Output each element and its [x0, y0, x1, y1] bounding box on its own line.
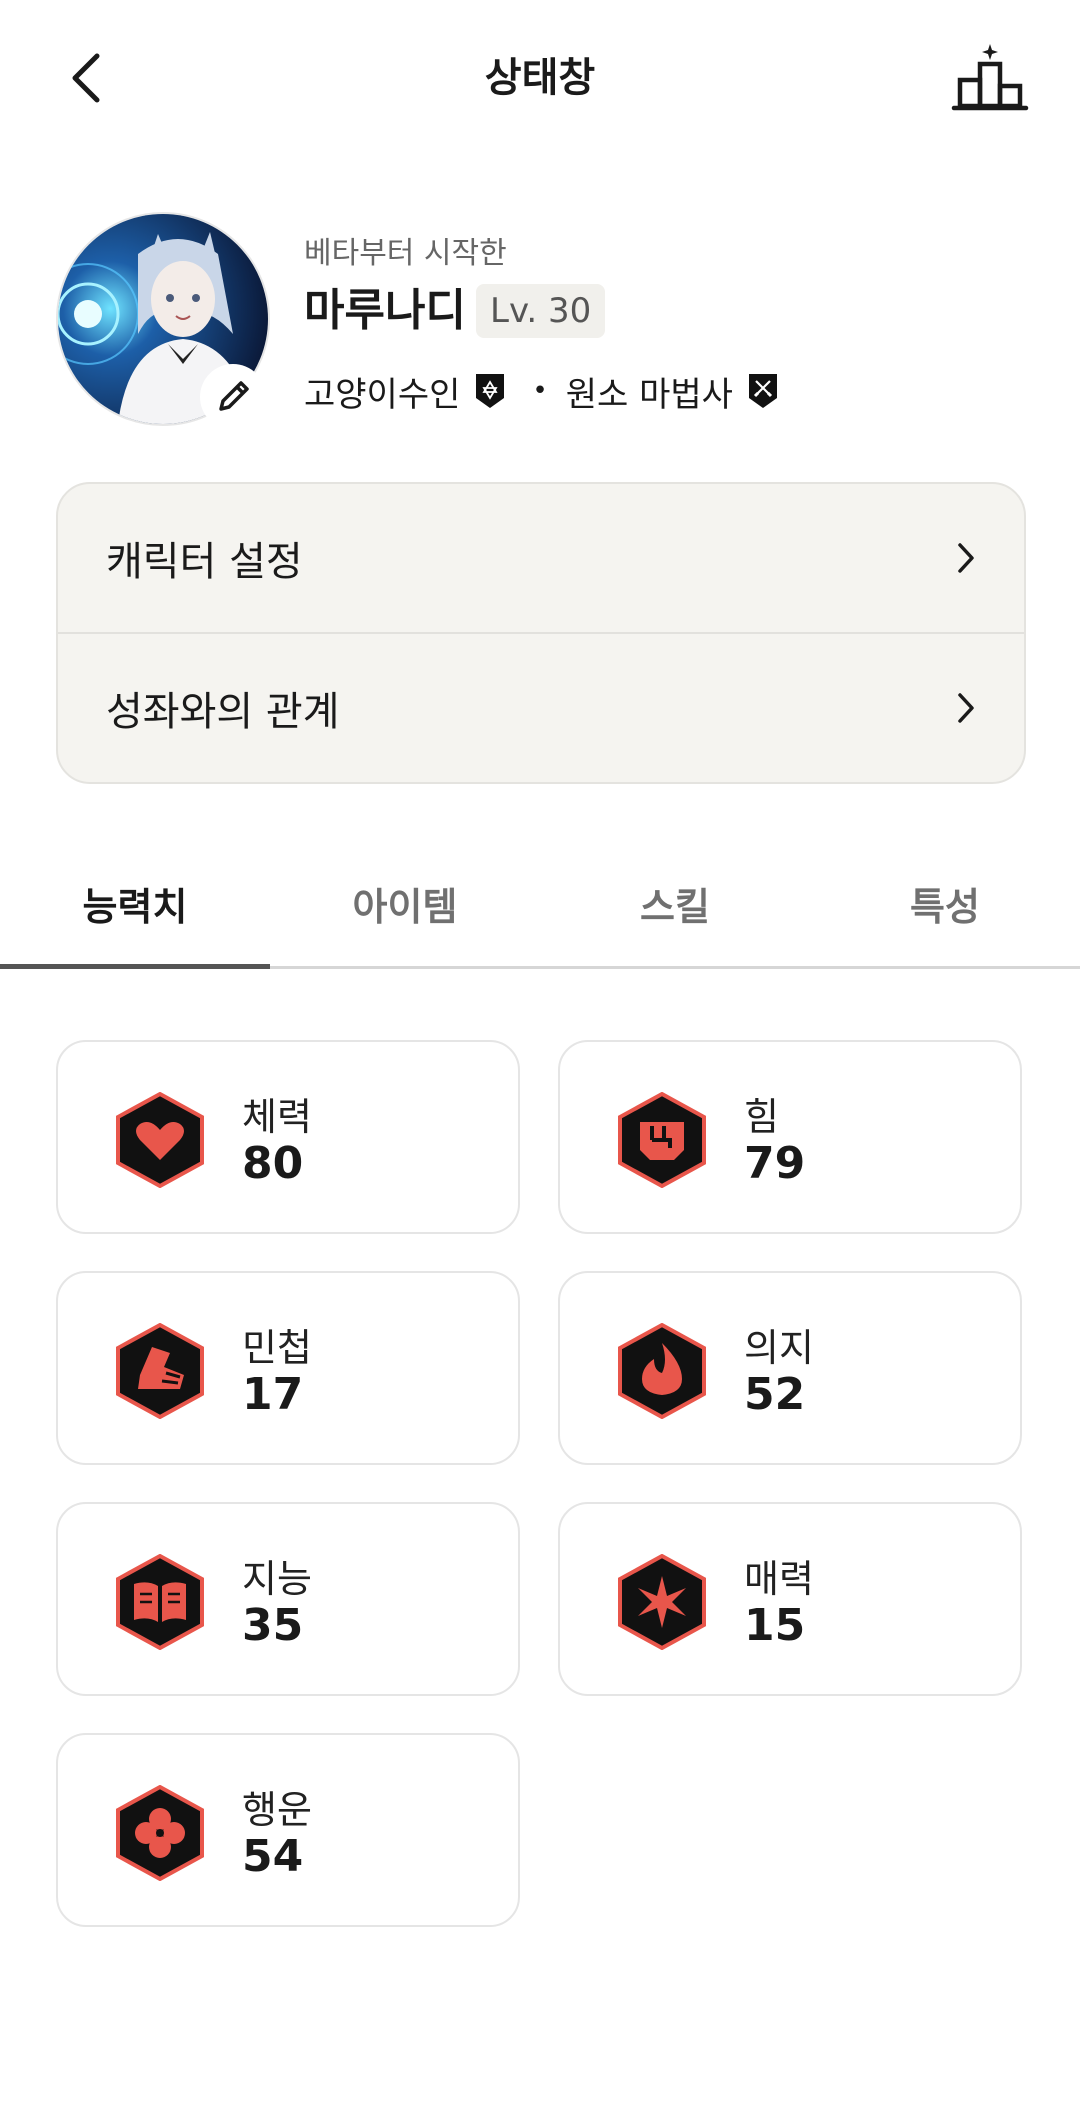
stat-card-strength[interactable]: 힘 79: [558, 1040, 1022, 1234]
stat-value: 35: [242, 1600, 304, 1651]
class-shield-icon: [748, 374, 777, 408]
tab-skills[interactable]: 스킬: [540, 862, 810, 968]
menu-item-character-settings[interactable]: 캐릭터 설정: [58, 484, 1024, 632]
fist-icon: [618, 1092, 706, 1188]
stat-card-intelligence[interactable]: 지능 35: [56, 1502, 520, 1696]
menu-item-label: 성좌와의 관계: [106, 689, 340, 735]
profile-subtitle: 베타부터 시작한: [304, 236, 507, 271]
stat-value: 15: [744, 1600, 806, 1651]
edit-avatar-button[interactable]: [200, 364, 266, 430]
character-tags: 고양이수인 • 원소 마법사: [304, 366, 779, 416]
chevron-right-icon: [958, 693, 974, 723]
tab-items[interactable]: 아이템: [270, 862, 540, 968]
menu-item-label: 캐릭터 설정: [106, 539, 303, 585]
ranking-button[interactable]: [950, 40, 1030, 115]
sparkle-icon: [618, 1554, 706, 1650]
race-shield-icon: [476, 374, 505, 408]
stat-value: 52: [744, 1369, 806, 1420]
stat-name: 민첩: [242, 1326, 312, 1370]
stat-value: 54: [242, 1831, 304, 1882]
tab-stats[interactable]: 능력치: [0, 862, 270, 968]
tag-separator: •: [532, 376, 548, 406]
boot-icon: [116, 1323, 204, 1419]
stat-card-charisma[interactable]: 매력 15: [558, 1502, 1022, 1696]
clover-icon: [116, 1785, 204, 1881]
active-tab-indicator: [0, 964, 270, 969]
stat-value: 80: [242, 1138, 304, 1189]
page-title: 상태창: [484, 55, 596, 101]
race-label: 고양이수인: [304, 374, 461, 415]
stat-name: 힘: [744, 1095, 779, 1139]
character-name: 마루나디: [304, 285, 466, 336]
stat-card-willpower[interactable]: 의지 52: [558, 1271, 1022, 1465]
chevron-right-icon: [958, 543, 974, 573]
stat-card-luck[interactable]: 행운 54: [56, 1733, 520, 1927]
stat-card-vitality[interactable]: 체력 80: [56, 1040, 520, 1234]
flame-icon: [618, 1323, 706, 1419]
stat-name: 체력: [242, 1095, 312, 1139]
class-label: 원소 마법사: [565, 374, 733, 415]
character-menu: 캐릭터 설정 성좌와의 관계: [56, 482, 1026, 784]
book-icon: [116, 1554, 204, 1650]
stat-name: 의지: [744, 1326, 814, 1370]
stat-card-agility[interactable]: 민첩 17: [56, 1271, 520, 1465]
podium-sparkle-icon: [951, 44, 1029, 111]
stat-value: 79: [744, 1138, 806, 1189]
tab-bar: 능력치 아이템 스킬 특성: [0, 862, 1080, 970]
stat-name: 지능: [242, 1557, 312, 1601]
stat-value: 17: [242, 1369, 304, 1420]
tab-traits[interactable]: 특성: [810, 862, 1080, 968]
pencil-icon: [219, 381, 249, 411]
heart-icon: [116, 1092, 204, 1188]
stat-name: 매력: [744, 1557, 814, 1601]
menu-item-constellation-relation[interactable]: 성좌와의 관계: [58, 634, 1024, 782]
stat-name: 행운: [242, 1788, 312, 1832]
level-badge: Lv. 30: [476, 284, 606, 338]
